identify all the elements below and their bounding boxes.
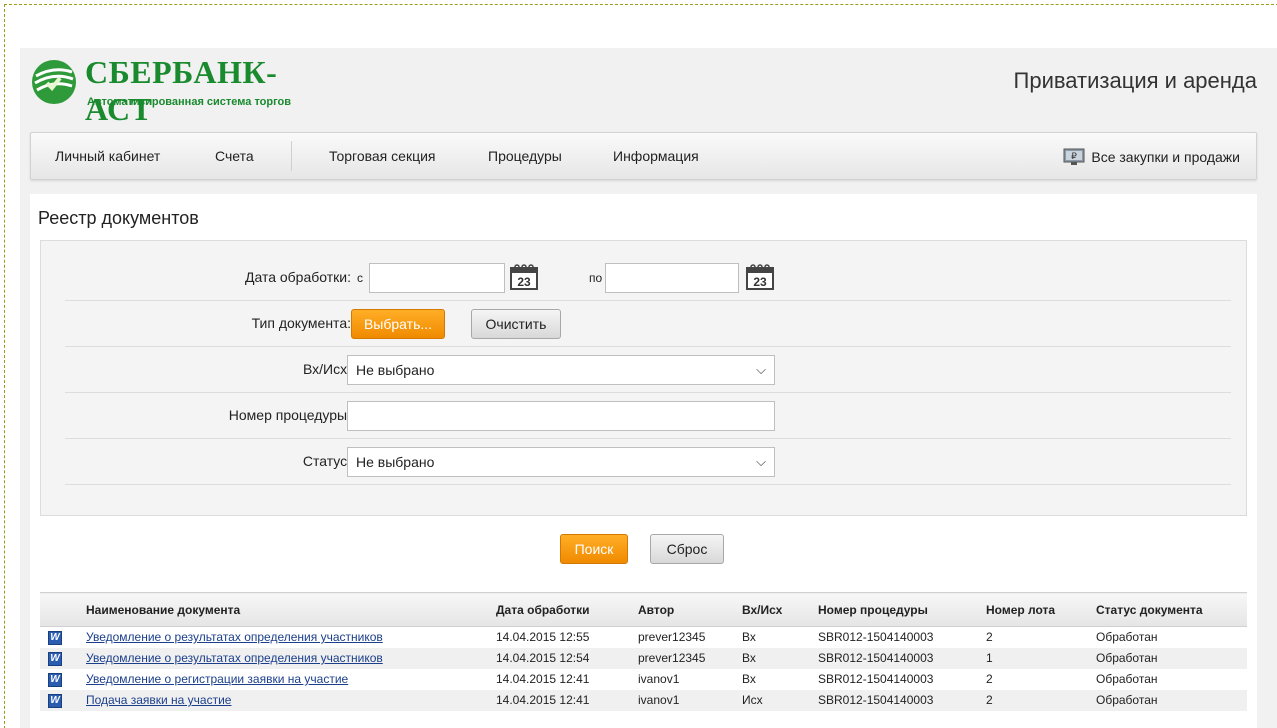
table-row[interactable]: W Уведомление о регистрации заявки на уч…: [40, 669, 1247, 690]
column-header-author[interactable]: Автор: [630, 592, 734, 627]
chevron-down-icon: ⌵: [756, 454, 766, 469]
word-document-icon[interactable]: W: [48, 673, 62, 687]
filter-row-procedure: Номер процедуры:: [65, 393, 1231, 439]
cell-status: Обработан: [1096, 630, 1158, 645]
svg-text:₽: ₽: [1072, 151, 1078, 161]
content-panel: Реестр документов Дата обработки: с 23 п…: [30, 194, 1257, 728]
cell-date: 14.04.2015 12:55: [496, 630, 590, 645]
main-nav: Личный кабинет Счета Торговая секция Про…: [30, 132, 1257, 180]
column-header-status[interactable]: Статус документа: [1088, 592, 1247, 627]
table-row[interactable]: W Уведомление о результатах определения …: [40, 647, 1247, 669]
word-document-icon[interactable]: W: [48, 694, 62, 708]
in-out-label: Вх/Исх:: [302, 361, 351, 377]
status-value: Не выбрано: [356, 454, 435, 470]
ruble-monitor-icon: ₽: [1063, 148, 1085, 165]
calendar-day-from: 23: [517, 275, 531, 289]
calendar-icon[interactable]: 23: [509, 263, 539, 291]
document-link[interactable]: Уведомление о результатах определения уч…: [86, 651, 383, 665]
table-row[interactable]: W Подача заявки на участие 14.04.2015 12…: [40, 689, 1247, 711]
logo-subtitle: Автоматизированная система торгов: [87, 96, 292, 108]
nav-item-cabinet[interactable]: Личный кабинет: [55, 148, 160, 164]
cell-in-out: Вх: [734, 647, 810, 669]
doc-type-label: Тип документа:: [251, 315, 351, 331]
icon-column-header: [40, 592, 78, 627]
cell-procedure: SBR012-1504140003: [810, 689, 978, 711]
filter-row-in-out: Вх/Исх: Не выбрано ⌵: [65, 347, 1231, 393]
cell-status: Обработан: [1096, 672, 1158, 686]
all-purchases-label: Все закупки и продажи: [1091, 149, 1240, 165]
status-select[interactable]: Не выбрано ⌵: [347, 447, 775, 477]
cell-lot: 2: [986, 672, 993, 686]
cell-lot: 2: [986, 630, 993, 645]
nav-separator: [291, 141, 292, 171]
in-out-select[interactable]: Не выбрано ⌵: [347, 355, 775, 385]
table-row[interactable]: W Уведомление о результатах определения …: [40, 627, 1247, 648]
section-title: Приватизация и аренда: [1013, 68, 1257, 93]
column-header-date[interactable]: Дата обработки: [488, 592, 630, 627]
cell-in-out: Исх: [734, 689, 810, 711]
cell-author: prever12345: [638, 630, 706, 645]
nav-item-accounts[interactable]: Счета: [215, 148, 254, 164]
column-header-lot[interactable]: Номер лота: [978, 592, 1088, 627]
page-title: Реестр документов: [38, 208, 199, 228]
date-to-input[interactable]: [605, 263, 739, 293]
choose-button[interactable]: Выбрать...: [351, 309, 445, 339]
in-out-value: Не выбрано: [356, 362, 435, 378]
procedure-number-input[interactable]: [347, 401, 775, 431]
cell-date: 14.04.2015 12:54: [488, 647, 630, 669]
document-link[interactable]: Подача заявки на участие: [86, 693, 231, 707]
cell-author: prever12345: [630, 647, 734, 669]
cell-in-out: Вх: [742, 672, 756, 686]
cell-status: Обработан: [1088, 647, 1247, 669]
nav-item-trading[interactable]: Торговая секция: [329, 148, 435, 164]
cell-status: Обработан: [1088, 689, 1247, 711]
cell-date: 14.04.2015 12:41: [488, 689, 630, 711]
column-header-procedure[interactable]: Номер процедуры: [810, 592, 978, 627]
column-header-name[interactable]: Наименование документа: [78, 592, 488, 627]
date-from-prefix: с: [357, 271, 363, 285]
word-document-icon[interactable]: W: [48, 631, 62, 646]
sberbank-logo-icon: [32, 60, 76, 104]
reset-button[interactable]: Сброс: [650, 534, 724, 564]
filter-row-date: Дата обработки: с 23 по 23: [65, 255, 1231, 301]
calendar-day-to: 23: [753, 275, 767, 289]
filter-row-doc-type: Тип документа: Выбрать... Очистить: [65, 301, 1231, 347]
calendar-icon[interactable]: 23: [745, 263, 775, 291]
cell-procedure: SBR012-1504140003: [818, 630, 934, 645]
nav-item-information[interactable]: Информация: [613, 148, 699, 164]
table-header-row: Наименование документа Дата обработки Ав…: [40, 592, 1247, 627]
nav-item-procedures[interactable]: Процедуры: [488, 148, 562, 164]
filter-panel: Дата обработки: с 23 по 23 Тип документа…: [40, 240, 1247, 516]
documents-table: Наименование документа Дата обработки Ав…: [40, 592, 1247, 711]
chevron-down-icon: ⌵: [756, 362, 766, 377]
clear-button[interactable]: Очистить: [471, 309, 561, 339]
logo[interactable]: СБЕРБАНК-АСТ Автоматизированная система …: [30, 54, 330, 127]
cell-procedure: SBR012-1504140003: [810, 647, 978, 669]
date-label: Дата обработки:: [244, 269, 351, 285]
filter-row-status: Статус: Не выбрано ⌵: [65, 439, 1231, 485]
date-from-input[interactable]: [369, 263, 505, 293]
cell-lot: 2: [978, 689, 1088, 711]
cell-procedure: SBR012-1504140003: [818, 672, 934, 686]
document-link[interactable]: Уведомление о регистрации заявки на учас…: [86, 672, 348, 686]
cell-author: ivanov1: [630, 689, 734, 711]
date-to-prefix: по: [589, 271, 603, 285]
logo-title: СБЕРБАНК-АСТ: [85, 54, 278, 127]
cell-lot: 1: [978, 647, 1088, 669]
cell-in-out: Вх: [742, 630, 756, 645]
all-purchases-link[interactable]: ₽ Все закупки и продажи: [1063, 148, 1240, 166]
cell-date: 14.04.2015 12:41: [496, 672, 590, 686]
cell-author: ivanov1: [638, 672, 680, 686]
word-document-icon[interactable]: W: [48, 652, 62, 666]
status-label: Статус:: [302, 453, 351, 469]
search-button[interactable]: Поиск: [560, 534, 628, 564]
column-header-in-out[interactable]: Вх/Исх: [734, 592, 810, 627]
document-link[interactable]: Уведомление о результатах определения уч…: [86, 630, 383, 644]
procedure-number-label: Номер процедуры:: [228, 407, 351, 423]
